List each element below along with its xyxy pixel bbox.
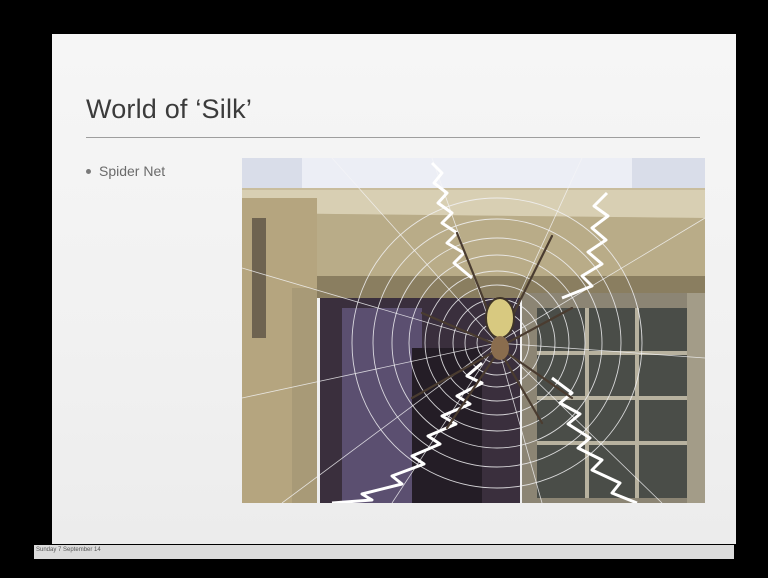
- footer-date: Sunday 7 September 14: [36, 547, 101, 553]
- title-divider: [86, 137, 700, 138]
- bullet-item: Spider Net: [86, 163, 165, 179]
- spider-web-photo: [242, 158, 705, 503]
- bullet-dot-icon: [86, 168, 91, 174]
- footer-bar: [34, 545, 734, 559]
- slide-title: World of ‘Silk’: [86, 94, 253, 124]
- bullet-text: Spider Net: [99, 163, 166, 179]
- slide: World of ‘Silk’ Spider Net: [52, 34, 736, 544]
